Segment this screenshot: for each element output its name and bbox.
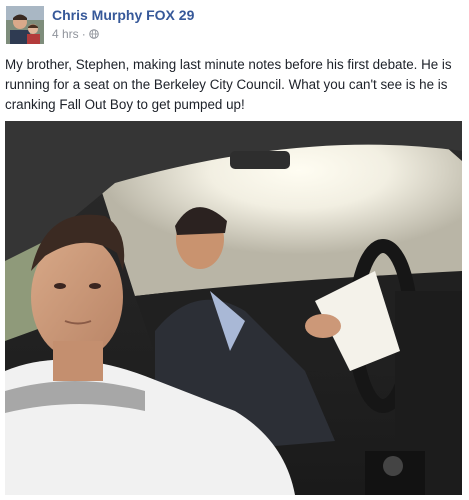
post-meta: 4 hrs · <box>52 27 99 41</box>
post-caption: My brother, Stephen, making last minute … <box>5 57 452 112</box>
post-timestamp[interactable]: 4 hrs <box>52 27 79 41</box>
car-selfie-photo <box>5 121 462 495</box>
post-photo[interactable] <box>5 121 462 495</box>
author-avatar[interactable] <box>6 6 44 44</box>
meta-separator: · <box>81 27 86 41</box>
author-name-link[interactable]: Chris Murphy FOX 29 <box>52 7 194 23</box>
globe-icon[interactable] <box>88 29 99 39</box>
facebook-post: Chris Murphy FOX 29 4 hrs · My brother, … <box>0 0 469 500</box>
avatar-image <box>6 6 44 44</box>
